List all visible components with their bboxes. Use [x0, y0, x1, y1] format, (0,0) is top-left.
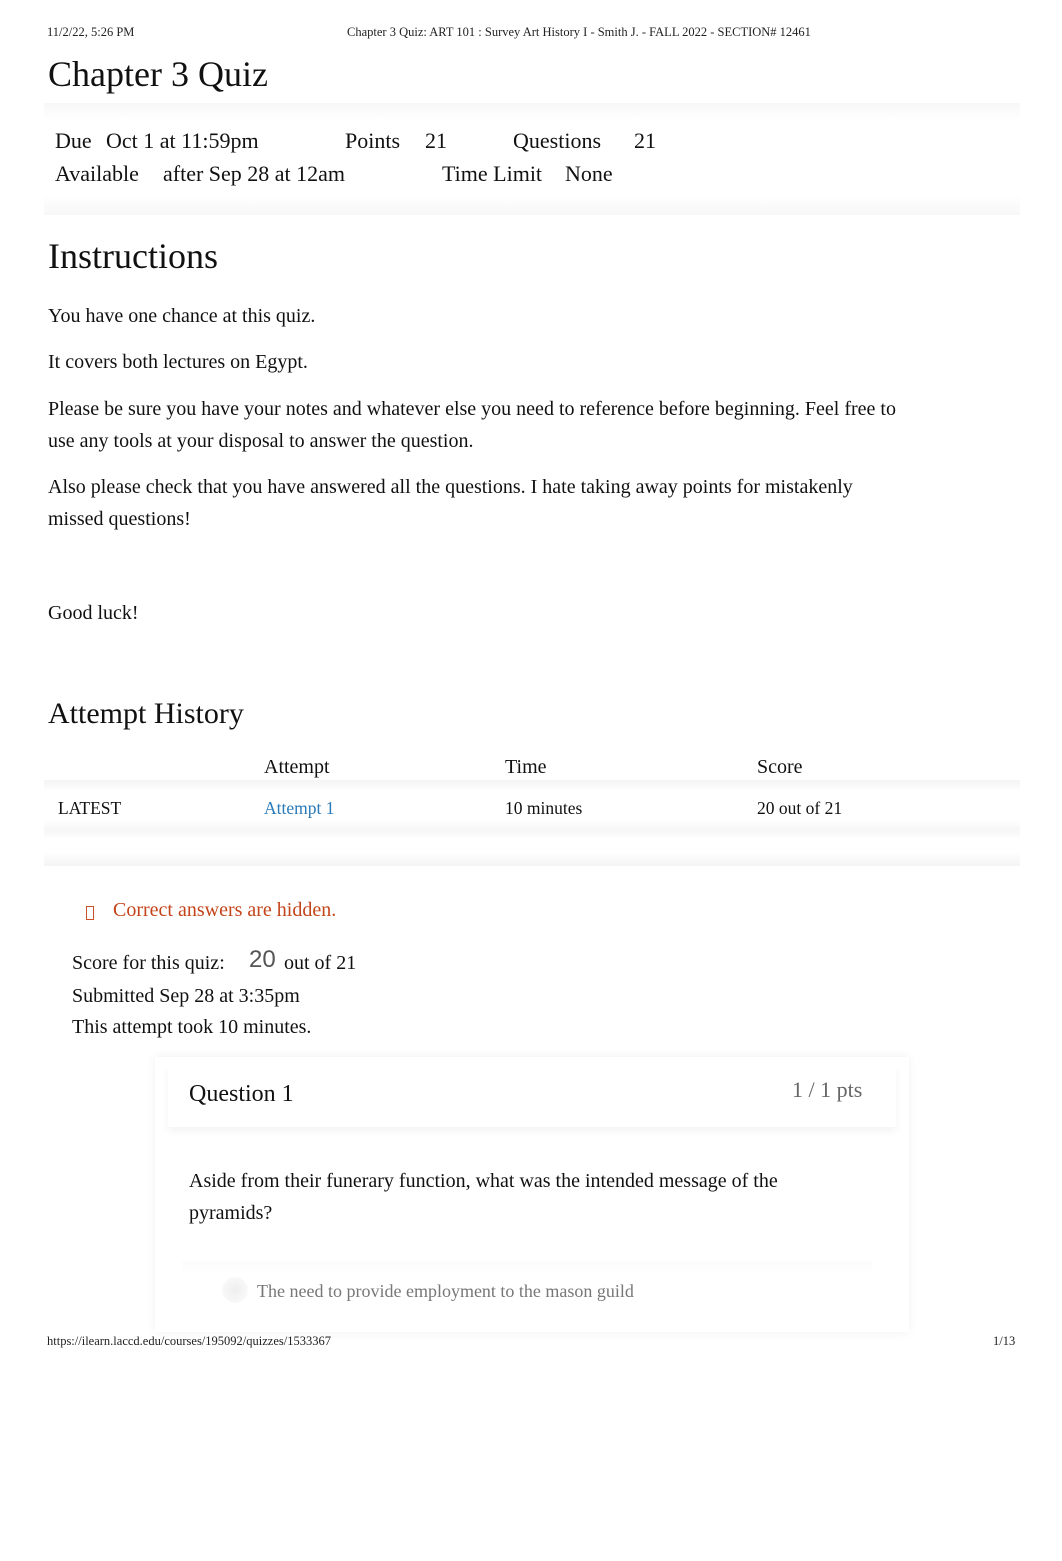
points-value: 21	[425, 128, 447, 153]
instructions-paragraph: You have one chance at this quiz.	[48, 305, 316, 327]
available-value: after Sep 28 at 12am	[163, 161, 346, 186]
score-label: Score for this quiz:	[72, 952, 225, 974]
print-url: https://ilearn.laccd.edu/courses/195092/…	[47, 1334, 331, 1348]
question-text: Aside from their funerary function, what…	[189, 1170, 778, 1224]
quiz-details-box	[44, 103, 1020, 215]
latest-tag: LATEST	[58, 798, 122, 818]
due-label: Due	[55, 128, 92, 153]
instructions-paragraph: Please be sure you have your notes and w…	[48, 398, 896, 452]
attempt-history-heading: Attempt History	[48, 697, 244, 730]
print-datetime: 11/2/22, 5:26 PM	[47, 25, 135, 39]
time-limit-label: Time Limit	[442, 161, 543, 186]
question-points: 1 / 1 pts	[792, 1077, 863, 1102]
instructions-paragraph: Good luck!	[48, 602, 139, 624]
answer-text: The need to provide employment to the ma…	[257, 1281, 634, 1301]
time-limit-value: None	[565, 161, 613, 186]
attempt-history-table	[44, 780, 1020, 866]
answer-radio-icon	[222, 1277, 248, 1303]
attempt-link[interactable]: Attempt 1	[264, 798, 334, 819]
correct-answers-hidden-notice: Correct answers are hidden.	[113, 899, 337, 921]
submitted-time: Submitted Sep 28 at 3:35pm	[72, 985, 300, 1007]
print-page-title: Chapter 3 Quiz: ART 101 : Survey Art His…	[347, 25, 811, 39]
column-header-score: Score	[757, 756, 803, 778]
attempt-duration: This attempt took 10 minutes.	[72, 1016, 312, 1038]
attempt-score: 20 out of 21	[757, 798, 843, 818]
questions-label: Questions	[513, 128, 601, 153]
question-title: Question 1	[189, 1081, 294, 1107]
print-page-number: 1/13	[993, 1334, 1016, 1348]
page-title: Chapter 3 Quiz	[48, 54, 268, 94]
score-total: out of 21	[284, 952, 357, 974]
available-label: Available	[55, 161, 139, 186]
column-header-time: Time	[505, 756, 547, 778]
instructions-paragraph: Also please check that you have answered…	[48, 476, 853, 530]
instructions-paragraph: It covers both lectures on Egypt.	[48, 351, 308, 373]
score-value: 20	[249, 946, 276, 973]
column-header-attempt: Attempt	[264, 756, 330, 778]
instructions-heading: Instructions	[48, 236, 218, 276]
attempt-time: 10 minutes	[505, 798, 583, 818]
questions-value: 21	[634, 128, 656, 153]
due-value: Oct 1 at 11:59pm	[106, 128, 259, 153]
points-label: Points	[345, 128, 401, 153]
warning-icon	[86, 906, 94, 920]
